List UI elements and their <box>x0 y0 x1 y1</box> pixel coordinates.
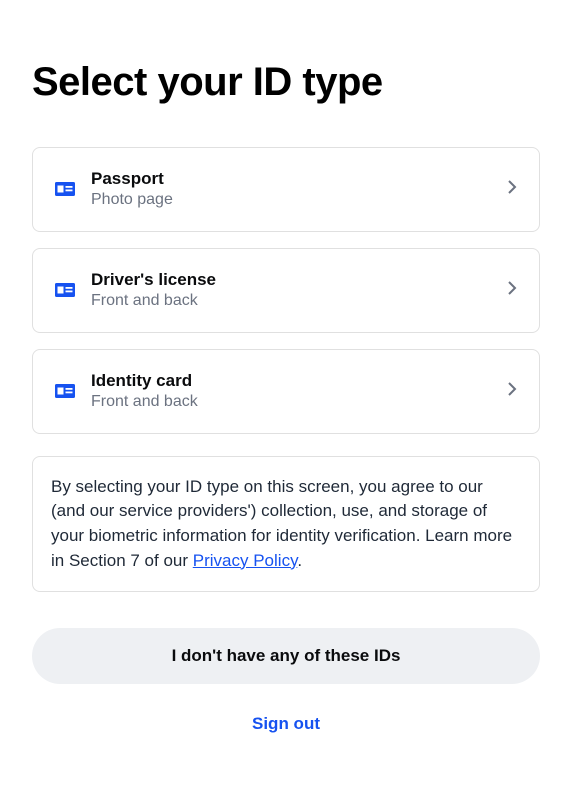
option-title: Passport <box>91 168 507 190</box>
chevron-right-icon <box>507 381 517 402</box>
option-passport[interactable]: Passport Photo page <box>32 147 540 232</box>
option-title: Identity card <box>91 370 507 392</box>
id-card-icon <box>55 283 75 297</box>
option-label-group: Driver's license Front and back <box>91 269 507 312</box>
option-title: Driver's license <box>91 269 507 291</box>
option-drivers-license[interactable]: Driver's license Front and back <box>32 248 540 333</box>
page-title: Select your ID type <box>32 60 540 105</box>
disclaimer-text-after: . <box>297 551 302 570</box>
option-subtitle: Front and back <box>91 392 507 413</box>
id-card-icon <box>55 384 75 398</box>
option-label-group: Identity card Front and back <box>91 370 507 413</box>
privacy-policy-link[interactable]: Privacy Policy <box>193 551 298 570</box>
no-id-button[interactable]: I don't have any of these IDs <box>32 628 540 684</box>
sign-out-button[interactable]: Sign out <box>32 714 540 734</box>
option-subtitle: Photo page <box>91 190 507 211</box>
option-identity-card[interactable]: Identity card Front and back <box>32 349 540 434</box>
id-card-icon <box>55 182 75 196</box>
chevron-right-icon <box>507 280 517 301</box>
option-label-group: Passport Photo page <box>91 168 507 211</box>
chevron-right-icon <box>507 179 517 200</box>
disclaimer: By selecting your ID type on this screen… <box>32 456 540 593</box>
option-subtitle: Front and back <box>91 291 507 312</box>
